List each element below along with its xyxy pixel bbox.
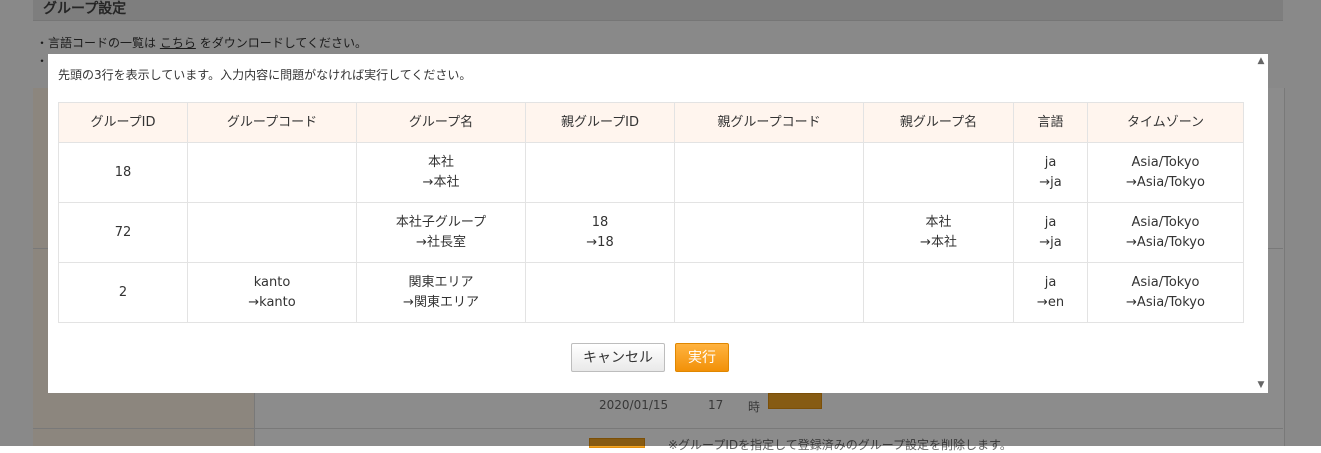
cell-value: 18 (591, 214, 609, 230)
preview-table: グループID グループコード グループ名 親グループID 親グループコード 親グループ名言… (58, 102, 1244, 323)
table-cell: ja →ja (1013, 202, 1088, 263)
cell-value: →Asia/Tokyo (1126, 234, 1205, 250)
cell-value: →en (1036, 294, 1065, 310)
table-cell: ja →ja (1013, 142, 1088, 203)
cell-value: ja (1044, 154, 1057, 170)
table-row: 18 本社 →本社 ja →ja Asia/Tokyo →Asia/Tokyo (58, 142, 1244, 203)
cell-value: →Asia/Tokyo (1126, 174, 1205, 190)
cell-value: →ja (1039, 234, 1062, 250)
preview-message: 先頭の3行を表示しています。入力内容に問題がなければ実行してください。 (58, 68, 472, 82)
column-header: グループコード (187, 102, 357, 143)
preview-dialog: 先頭の3行を表示しています。入力内容に問題がなければ実行してください。 ▲ ▼ … (48, 54, 1268, 393)
cell-value: 72 (114, 224, 132, 240)
table-cell: 関東エリア →関東エリア (356, 262, 526, 323)
table-cell: Asia/Tokyo →Asia/Tokyo (1087, 202, 1244, 263)
table-cell (674, 262, 864, 323)
table-cell (674, 202, 864, 263)
cell-value: →本社 (422, 174, 460, 190)
table-cell: kanto →kanto (187, 262, 357, 323)
table-cell: 18 →18 (525, 202, 675, 263)
execute-button[interactable]: 実行 (675, 343, 729, 372)
scroll-down-icon[interactable]: ▼ (1256, 380, 1266, 390)
table-cell: 72 (58, 202, 188, 263)
cell-value: 関東エリア (408, 274, 474, 290)
cancel-button[interactable]: キャンセル (571, 343, 665, 372)
cell-value: Asia/Tokyo (1131, 214, 1200, 230)
cell-value: 2 (118, 284, 128, 300)
table-header-row: グループID グループコード グループ名 親グループID 親グループコード 親グループ名言… (58, 102, 1244, 143)
column-header: 親グループコード (674, 102, 864, 143)
table-cell: Asia/Tokyo →Asia/Tokyo (1087, 142, 1244, 203)
table-cell (187, 142, 357, 203)
cell-value: →関東エリア (403, 294, 479, 310)
cell-value: Asia/Tokyo (1131, 274, 1200, 290)
cell-value: Asia/Tokyo (1131, 154, 1200, 170)
table-cell: 本社 →本社 (356, 142, 526, 203)
table-cell (525, 142, 675, 203)
table-cell (525, 262, 675, 323)
column-header: 言語 (1013, 102, 1088, 143)
cell-value: →ja (1039, 174, 1062, 190)
table-cell (674, 142, 864, 203)
table-cell: 2 (58, 262, 188, 323)
scroll-up-icon[interactable]: ▲ (1256, 56, 1266, 66)
column-header: 親グループID (525, 102, 675, 143)
table-cell: ja →en (1013, 262, 1088, 323)
table-cell (187, 202, 357, 263)
column-header: タイムゾーン (1087, 102, 1244, 143)
table-row: 72 本社子グループ →社長室 18 →18 本社 →本社 ja →ja Asia/Tokyo →A… (58, 202, 1244, 263)
cell-value: 18 (114, 164, 132, 180)
cell-value: →Asia/Tokyo (1126, 294, 1205, 310)
column-header: 親グループ名 (863, 102, 1014, 143)
column-header: グループID (58, 102, 188, 143)
cell-value: →18 (586, 234, 614, 250)
table-cell (863, 262, 1014, 323)
cell-value: 本社 (925, 214, 952, 230)
table-cell (863, 142, 1014, 203)
cell-value: →社長室 (416, 234, 466, 250)
cell-value: kanto (253, 274, 291, 290)
cell-value: →本社 (920, 234, 957, 250)
column-header: グループ名 (356, 102, 526, 143)
table-cell: Asia/Tokyo →Asia/Tokyo (1087, 262, 1244, 323)
table-cell: 本社子グループ →社長室 (356, 202, 526, 263)
cell-value: →kanto (248, 294, 296, 310)
table-row: 2 kanto →kanto 関東エリア →関東エリア ja →en Asia/Tokyo →A… (58, 262, 1244, 323)
cell-value: ja (1044, 214, 1057, 230)
table-cell: 18 (58, 142, 188, 203)
cell-value: 本社 (427, 154, 454, 170)
cell-value: 本社子グループ (395, 214, 487, 230)
table-cell: 本社 →本社 (863, 202, 1014, 263)
cell-value: ja (1044, 274, 1057, 290)
